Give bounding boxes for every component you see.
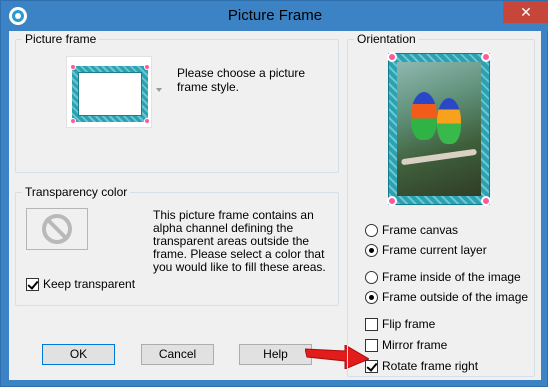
dialog-body: Picture frame Please choose a picture fr… [9,31,541,380]
frame-outside-label: Frame outside of the image [382,290,529,304]
transparency-color-swatch[interactable] [26,208,88,250]
mirror-frame-label: Mirror frame [382,338,448,352]
frame-inside-radio-icon[interactable] [365,270,378,284]
corner-flower-icon [144,118,150,124]
frame-outside-radio[interactable]: Frame outside of the image [365,290,528,304]
dropdown-arrow-icon[interactable] [156,88,162,92]
picture-frame-legend: Picture frame [22,32,100,46]
help-button[interactable]: Help [239,344,312,365]
rotate-frame-right-checkbox[interactable]: Rotate frame right [365,359,478,373]
keep-transparent-label: Keep transparent [43,277,136,291]
corner-flower-icon [70,64,76,70]
rotate-frame-right-check-icon[interactable] [365,359,378,373]
frame-outside-radio-icon[interactable] [365,290,378,304]
picture-frame-group: Picture frame Please choose a picture fr… [15,32,339,173]
flip-frame-label: Flip frame [382,317,436,331]
frame-canvas-label: Frame canvas [382,223,459,237]
frame-current-layer-radio[interactable]: Frame current layer [365,243,487,257]
frame-inside-label: Frame inside of the image [382,270,521,284]
mirror-frame-checkbox[interactable]: Mirror frame [365,338,447,352]
rotate-frame-right-label: Rotate frame right [382,359,479,373]
frame-style-dropdown[interactable] [66,56,152,128]
transparency-color-group: Transparency color This picture frame co… [15,185,339,306]
corner-flower-icon [387,52,397,62]
flip-frame-checkbox[interactable]: Flip frame [365,317,435,331]
no-color-icon [42,214,72,244]
frame-canvas-radio-icon[interactable] [365,223,378,237]
transparency-description: This picture frame contains an alpha cha… [153,208,326,274]
close-button[interactable]: ✕ [503,1,548,23]
frame-preview-image [387,52,491,206]
cancel-button[interactable]: Cancel [141,344,214,365]
corner-flower-icon [387,196,397,206]
corner-flower-icon [70,118,76,124]
corner-flower-icon [144,64,150,70]
window-title: Picture Frame [227,7,323,24]
keep-transparent-check-icon[interactable] [26,277,39,291]
frame-current-layer-radio-icon[interactable] [365,243,378,257]
orientation-group: Orientation Frame canvas Frame current l… [347,32,535,377]
transparency-color-legend: Transparency color [22,185,131,199]
frame-canvas-radio[interactable]: Frame canvas [365,223,458,237]
parrots-photo [397,62,481,196]
ok-button[interactable]: OK [42,344,115,365]
flip-frame-check-icon[interactable] [365,317,378,331]
title-bar[interactable]: Picture Frame ✕ [1,1,548,31]
frame-inside-radio[interactable]: Frame inside of the image [365,270,521,284]
picture-frame-description: Please choose a picture frame style. [177,66,306,94]
frame-style-preview [70,64,150,124]
mirror-frame-check-icon[interactable] [365,338,378,352]
corner-flower-icon [481,52,491,62]
keep-transparent-checkbox[interactable]: Keep transparent [26,277,135,291]
frame-current-layer-label: Frame current layer [382,243,487,257]
corner-flower-icon [481,196,491,206]
picture-frame-dialog: Picture Frame ✕ Picture frame Please cho… [0,0,548,387]
orientation-legend: Orientation [354,32,419,46]
